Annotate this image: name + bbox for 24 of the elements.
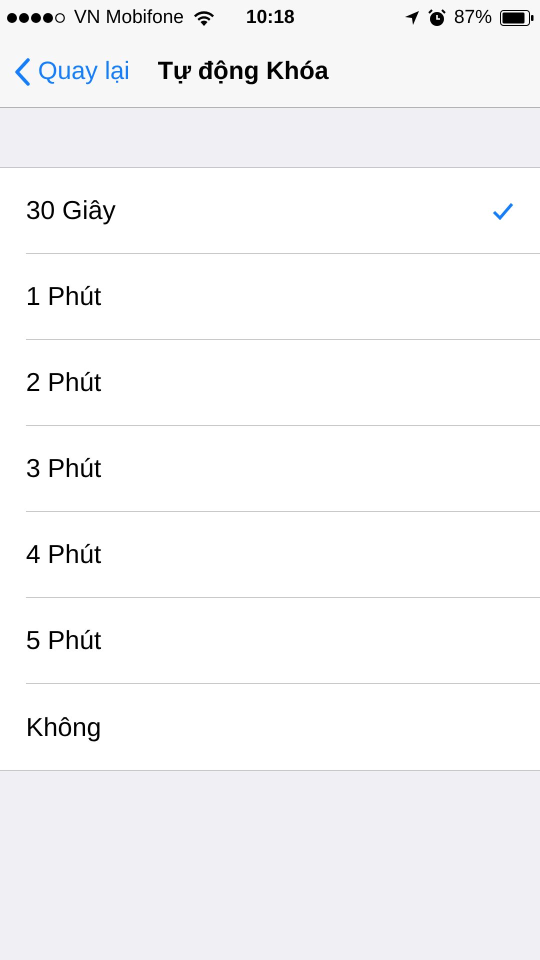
location-arrow-icon bbox=[404, 10, 420, 26]
battery-icon bbox=[500, 10, 534, 26]
option-row[interactable]: 5 Phút bbox=[26, 598, 540, 684]
wifi-icon bbox=[192, 9, 216, 27]
back-button[interactable]: Quay lại bbox=[0, 52, 130, 90]
option-row[interactable]: 30 Giây bbox=[26, 168, 540, 254]
carrier-name: VN Mobifone bbox=[74, 6, 184, 30]
back-chevron-icon bbox=[14, 58, 30, 86]
alarm-clock-icon bbox=[428, 9, 446, 27]
option-label: 2 Phút bbox=[26, 366, 102, 399]
battery-percentage: 87% bbox=[454, 6, 492, 30]
screen-title: Tự động Khóa bbox=[158, 56, 329, 87]
option-row[interactable]: 1 Phút bbox=[26, 254, 540, 340]
option-label: 1 Phút bbox=[26, 280, 102, 313]
option-row[interactable]: Không bbox=[26, 684, 540, 770]
option-label: 4 Phút bbox=[26, 538, 102, 571]
clock-time: 10:18 bbox=[246, 6, 295, 30]
option-label: 30 Giây bbox=[26, 194, 116, 227]
option-label: 3 Phút bbox=[26, 452, 102, 485]
option-label: 5 Phút bbox=[26, 624, 102, 657]
option-row[interactable]: 4 Phút bbox=[26, 512, 540, 598]
option-row[interactable]: 3 Phút bbox=[26, 426, 540, 512]
option-row[interactable]: 2 Phút bbox=[26, 340, 540, 426]
option-label: Không bbox=[26, 710, 102, 744]
